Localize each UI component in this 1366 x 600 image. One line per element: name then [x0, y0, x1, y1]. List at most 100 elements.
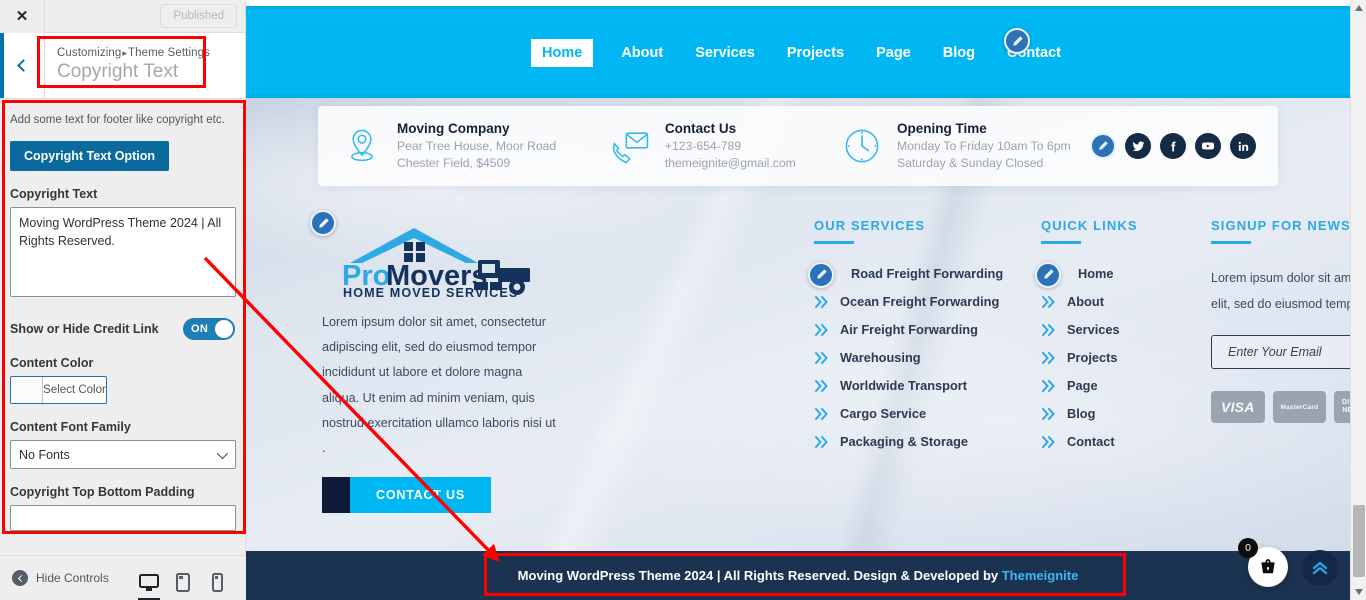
info-item-contact: Contact Us +123-654-789 themeignite@gmai… — [608, 120, 840, 173]
desktop-icon[interactable] — [138, 564, 160, 600]
hide-controls-button[interactable]: Hide Controls — [12, 570, 109, 586]
quick-link-2[interactable]: Services — [1041, 322, 1201, 337]
payment-badge-mastercard: MasterCard — [1272, 391, 1327, 424]
nav-item-about[interactable]: About — [617, 39, 667, 67]
nav-item-projects[interactable]: Projects — [783, 39, 848, 67]
site-logo[interactable]: Pro Movers HOME MOVED SERVICES — [310, 210, 537, 300]
quick-link-6[interactable]: Contact — [1041, 434, 1201, 449]
mail-phone-icon — [608, 124, 652, 168]
linkedin-icon[interactable] — [1230, 133, 1256, 159]
service-link-5[interactable]: Cargo Service — [814, 406, 1014, 421]
quick-link-5[interactable]: Blog — [1041, 406, 1201, 421]
quick-link-1[interactable]: About — [1041, 294, 1201, 309]
twitter-icon[interactable] — [1125, 133, 1151, 159]
double-chevron-right-icon — [814, 295, 829, 308]
service-link-4[interactable]: Worldwide Transport — [814, 378, 1014, 393]
info-title-address: Moving Company — [397, 120, 510, 136]
mobile-icon[interactable] — [206, 564, 228, 592]
content-color-label: Content Color — [10, 356, 94, 371]
page-title: Copyright Text — [57, 60, 179, 82]
quick-label-3: Projects — [1067, 350, 1118, 365]
vertical-scrollbar[interactable] — [1350, 0, 1366, 600]
info-line2-contact: themeignite@gmail.com — [664, 156, 796, 171]
footer-column-newsletter: SIGNUP FOR NEWSLETTER Lorem ipsum dolor … — [1211, 218, 1350, 424]
content-color-picker[interactable]: Select Color — [10, 376, 107, 405]
info-line1-address: Pear Tree House, Moor Road — [397, 138, 557, 153]
quick-label-1: About — [1067, 294, 1104, 309]
credit-link-row: Show or Hide Credit Link ON — [10, 318, 235, 341]
published-button[interactable]: Published — [160, 4, 237, 28]
chevron-down-icon — [216, 447, 229, 459]
copyright-text-option-button[interactable]: Copyright Text Option — [10, 141, 170, 172]
copyright-text: Moving WordPress Theme 2024 | All Rights… — [518, 568, 1079, 583]
tablet-icon[interactable] — [172, 564, 194, 592]
scrollbar-thumb[interactable] — [1353, 505, 1365, 577]
customizer-sidebar: ✕ Published Customizing▸Theme Settings C… — [0, 0, 246, 600]
cta-label: CONTACT US — [350, 477, 492, 514]
info-line2-opening: Saturday & Sunday Closed — [897, 156, 1044, 171]
quick-link-0[interactable]: Home — [1035, 261, 1201, 288]
info-text-address: Moving Company Pear Tree House, Moor Roa… — [397, 120, 556, 173]
service-link-3[interactable]: Warehousing — [814, 350, 1014, 365]
info-line1-contact: +123-654-789 — [664, 138, 742, 153]
info-text-opening: Opening Time Monday To Friday 10am To 6p… — [897, 120, 1071, 173]
payment-badge-discover: DISCOVER NETWORK — [1334, 391, 1350, 424]
credit-link-toggle[interactable]: ON — [183, 318, 235, 341]
chevron-left-icon — [17, 59, 30, 72]
customizer-header: ✕ Published — [0, 0, 245, 33]
toggle-knob — [215, 320, 233, 339]
quick-label-0: Home — [1078, 266, 1114, 281]
scroll-down-arrow-icon[interactable] — [1351, 584, 1366, 600]
edit-pencil-icon-social[interactable] — [1090, 133, 1116, 159]
payment-badges: VISA MasterCard DISCOVER NETWORK AMERICA… — [1211, 391, 1350, 424]
double-chevron-up-icon[interactable] — [1302, 550, 1338, 586]
copyright-bar: Moving WordPress Theme 2024 | All Rights… — [246, 551, 1350, 600]
nav-item-home[interactable]: Home — [531, 39, 594, 67]
nav-menu: Home About Services Projects Page Blog C… — [246, 39, 1350, 67]
quick-link-4[interactable]: Page — [1041, 378, 1201, 393]
service-link-6[interactable]: Packaging & Storage — [814, 434, 1014, 449]
content-font-family-select[interactable]: No Fonts — [10, 440, 236, 470]
edit-pencil-icon-logo[interactable] — [310, 210, 336, 236]
double-chevron-right-icon — [1041, 323, 1056, 336]
nav-item-blog[interactable]: Blog — [939, 39, 979, 67]
copyright-text-input[interactable] — [10, 207, 236, 298]
nav-item-page[interactable]: Page — [872, 39, 915, 67]
service-link-0[interactable]: Road Freight Forwarding — [808, 261, 1014, 288]
info-title-contact: Contact Us — [664, 120, 737, 136]
breadcrumb: Customizing▸Theme Settings — [57, 47, 210, 59]
quick-links-heading: QUICK LINKS — [1041, 218, 1138, 233]
edit-pencil-icon-nav[interactable] — [1004, 28, 1030, 54]
service-link-1[interactable]: Ocean Freight Forwarding — [814, 294, 1014, 309]
double-chevron-right-icon — [814, 407, 829, 420]
close-icon[interactable]: ✕ — [0, 0, 45, 33]
double-chevron-right-icon — [814, 351, 829, 364]
service-label-6: Packaging & Storage — [840, 434, 969, 449]
quick-link-3[interactable]: Projects — [1041, 350, 1201, 365]
double-chevron-right-icon — [1041, 295, 1056, 308]
back-button[interactable] — [0, 33, 45, 98]
scroll-up-arrow-icon[interactable] — [1351, 0, 1366, 16]
content-font-family-value: No Fonts — [19, 447, 70, 462]
newsletter-form[interactable] — [1211, 335, 1350, 370]
facebook-icon[interactable] — [1160, 133, 1186, 159]
youtube-icon[interactable] — [1195, 133, 1221, 159]
service-label-5: Cargo Service — [840, 406, 927, 421]
footer-column-services: OUR SERVICES Road Freight Forwarding Oce… — [808, 218, 1014, 462]
services-heading: OUR SERVICES — [814, 218, 926, 233]
quick-label-6: Contact — [1067, 434, 1115, 449]
quick-label-5: Blog — [1067, 406, 1096, 421]
double-chevron-right-icon — [1041, 351, 1056, 364]
themeignite-link[interactable]: Themeignite — [1002, 568, 1079, 583]
double-chevron-right-icon — [814, 379, 829, 392]
select-color-label: Select Color — [43, 384, 106, 397]
copyright-text-label: Copyright Text — [10, 187, 98, 202]
email-input[interactable] — [1228, 345, 1350, 360]
site-preview: Home About Services Projects Page Blog C… — [246, 0, 1350, 600]
service-link-2[interactable]: Air Freight Forwarding — [814, 322, 1014, 337]
copyright-padding-input[interactable] — [10, 505, 236, 532]
credit-link-label: Show or Hide Credit Link — [10, 322, 159, 337]
nav-item-services[interactable]: Services — [691, 39, 759, 67]
contact-us-button[interactable]: CONTACT US — [322, 477, 492, 514]
info-line2-address: Chester Field, $4509 — [397, 156, 511, 171]
